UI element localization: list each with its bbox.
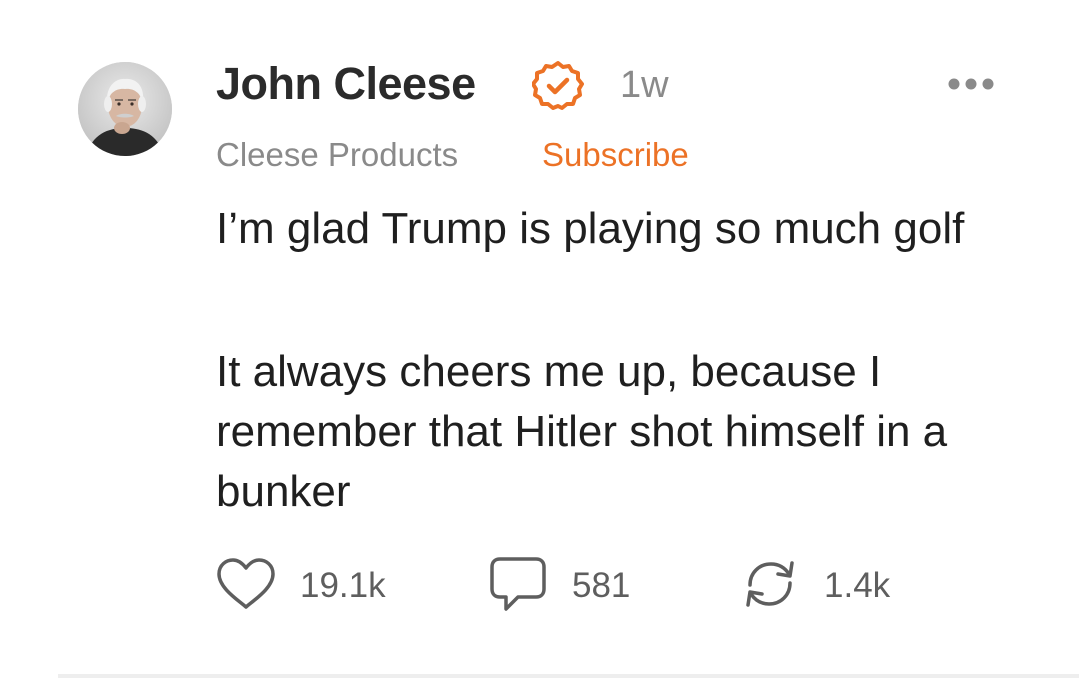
heart-icon xyxy=(216,557,276,616)
author-name[interactable]: John Cleese xyxy=(216,58,476,110)
action-bar: 19.1k 581 1.4k xyxy=(0,556,1079,616)
like-button[interactable]: 19.1k xyxy=(216,556,386,616)
comment-button[interactable]: 581 xyxy=(488,556,630,616)
post-paragraph-1: I’m glad Trump is playing so much golf xyxy=(216,204,965,253)
restack-button[interactable]: 1.4k xyxy=(740,556,890,616)
note-post: John Cleese 1w Cleese Products Subscribe… xyxy=(0,0,1079,681)
verified-check-icon xyxy=(531,60,584,112)
divider xyxy=(58,674,1079,678)
post-paragraph-2: It always cheers me up, because I rememb… xyxy=(216,347,948,516)
avatar[interactable] xyxy=(78,62,172,156)
comment-bubble-icon xyxy=(488,555,548,618)
subscribe-button[interactable]: Subscribe xyxy=(542,136,689,174)
more-options-icon[interactable] xyxy=(946,74,996,94)
restack-icon xyxy=(740,555,800,618)
comment-count: 581 xyxy=(572,566,631,605)
avatar-image xyxy=(78,62,172,156)
like-count: 19.1k xyxy=(300,566,386,605)
publication-name[interactable]: Cleese Products xyxy=(216,136,458,174)
post-time: 1w xyxy=(620,64,669,106)
restack-count: 1.4k xyxy=(824,566,891,605)
